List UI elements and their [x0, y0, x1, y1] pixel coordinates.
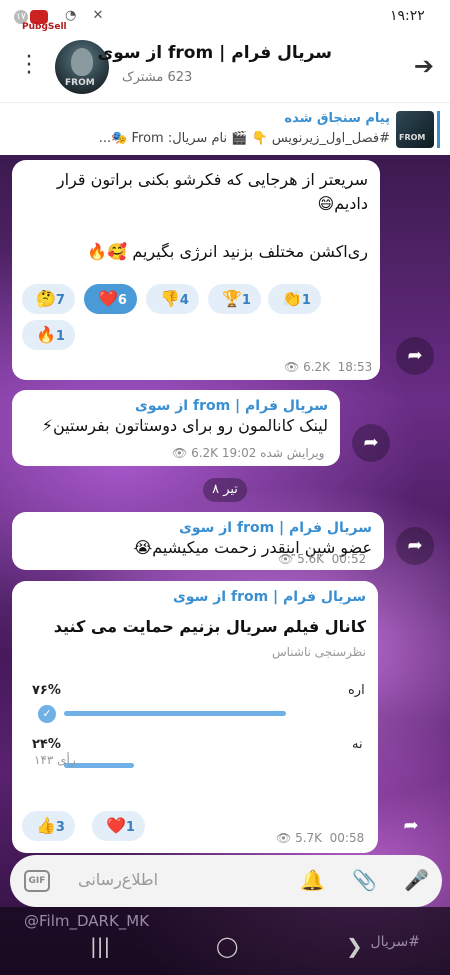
share-button[interactable]: ➦	[352, 424, 390, 462]
poll-question: کانال فیلم سریال بزنیم حمایت می کنید	[53, 617, 366, 636]
poll-type: نظرسنجی ناشناس	[271, 645, 366, 659]
edited-label: ویرایش شده	[260, 446, 325, 460]
message-text-line: ری‌اکشن مختلف بزنید انرژی بگیریم 🥰🔥	[87, 242, 368, 261]
heart-icon: ❤️	[106, 816, 126, 835]
message-meta: 👁 5.6K 00:52	[278, 552, 367, 566]
date-separator: ۸ تیر	[203, 478, 247, 502]
poll-option-bar	[64, 711, 286, 716]
fire-icon: 🔥	[36, 325, 56, 344]
message-input[interactable]: اطلاع‌رسانی	[78, 870, 158, 889]
message-meta: 👁 5.7K 00:58	[276, 831, 365, 845]
reaction-thumbs-down[interactable]: 👎4	[146, 284, 199, 314]
message-text-line: دادیم😄	[317, 194, 368, 213]
message-meta: 👁 6.2K 18:53	[284, 360, 373, 374]
reaction-heart[interactable]: ❤️6	[84, 284, 137, 314]
background-tag-text: #سریال	[370, 934, 420, 950]
pinned-thumbnail: FROM	[396, 111, 434, 148]
chat-header: · · · FROM سریال فرام | from از سوی 623 مش…	[0, 34, 450, 102]
view-count: 6.2K	[191, 446, 219, 460]
pinned-text: #فصل_اول_زیرنویس 👇 🎬 نام سریال: From 🎭..…	[98, 131, 390, 146]
pinned-title: پیام سنجاق شده	[284, 111, 390, 126]
poll-selected-check-icon: ✓	[38, 705, 56, 723]
status-bar: ۱۷ ✈ ◔ ✕ ۱۹:۲۲	[0, 0, 450, 34]
share-button[interactable]: ➦	[396, 337, 434, 375]
message-text: لینک کانالمون رو برای دوستاتون بفرستین⚡	[41, 416, 328, 435]
poll-option-percent: ۷۶%	[32, 683, 61, 698]
more-menu-icon[interactable]: · · ·	[24, 47, 34, 85]
poll-option-label: نه	[352, 737, 363, 752]
message-bubble[interactable]: سریعتر از هرجایی که فکرشو بکنی براتون قر…	[12, 160, 380, 380]
poll-vote-count: ۱۴۳ رأی	[34, 753, 76, 767]
gif-button[interactable]: GIF	[24, 870, 50, 892]
thinking-icon: 🤔	[36, 289, 56, 308]
microphone-icon[interactable]: 🎤	[404, 868, 429, 892]
message-time: 00:58	[329, 831, 365, 845]
message-sender: سریال فرام | from از سوی	[135, 398, 328, 414]
status-time: ۱۹:۲۲	[390, 8, 425, 24]
attach-icon[interactable]: 📎	[352, 868, 377, 892]
back-arrow-icon[interactable]: ➔	[414, 52, 434, 80]
poll-option-bar-fill	[64, 711, 286, 716]
home-icon[interactable]: ◯	[216, 934, 238, 958]
channel-title[interactable]: سریال فرام | from از سوی	[98, 43, 332, 63]
pinned-accent-bar	[437, 111, 440, 148]
message-time: 18:53	[337, 360, 373, 374]
avatar-logo-text: FROM	[65, 78, 95, 88]
share-button[interactable]: ➦	[396, 527, 434, 565]
reaction-thinking[interactable]: 🤔7	[22, 284, 75, 314]
reaction-heart[interactable]: ❤️1	[92, 811, 145, 841]
message-text-line: سریعتر از هرجایی که فکرشو بکنی براتون قر…	[56, 170, 368, 189]
subscriber-count: 623 مشترک	[122, 70, 193, 85]
message-input-bar[interactable]: GIF اطلاع‌رسانی 🔔 📎 🎤	[10, 855, 442, 907]
poll-message-bubble[interactable]: سریال فرام | from از سوی کانال فیلم سریا…	[12, 581, 378, 853]
thumbs-down-icon: 👎	[160, 289, 180, 308]
reaction-trophy[interactable]: 🏆1	[208, 284, 261, 314]
recent-apps-icon[interactable]: |||	[90, 934, 110, 958]
message-sender: سریال فرام | from از سوی	[179, 520, 372, 536]
view-count: 5.6K	[297, 552, 325, 566]
reaction-fire[interactable]: 🔥1	[22, 320, 75, 350]
poll-option-percent: ۲۴%	[32, 737, 61, 752]
back-nav-icon[interactable]: ❯	[346, 934, 363, 958]
pinned-thumb-text: FROM	[399, 133, 426, 142]
poll-option-label: اره	[348, 683, 365, 698]
status-icons: ✈ ◔ ✕	[38, 8, 110, 23]
background-handle-text: @Film_DARK_MK	[24, 912, 150, 930]
view-count: 6.2K	[303, 360, 331, 374]
pubgsell-logo-text: PubgSell	[22, 22, 67, 32]
share-button[interactable]: ➦	[392, 807, 430, 845]
thumbs-up-icon: 👍	[36, 816, 56, 835]
message-bubble[interactable]: سریال فرام | from از سوی عضو شین اینقدر …	[12, 512, 384, 570]
clap-icon: 👏	[282, 289, 302, 308]
trophy-icon: 🏆	[222, 289, 242, 308]
pinned-message-bar[interactable]: ✕ FROM پیام سنجاق شده #فصل_اول_زیرنویس 👇…	[0, 102, 450, 155]
message-meta: 👁 6.2K 19:02 ویرایش شده	[172, 446, 325, 460]
message-time: 19:02	[221, 446, 257, 460]
heart-icon: ❤️	[98, 289, 118, 308]
message-bubble[interactable]: سریال فرام | from از سوی لینک کانالمون ر…	[12, 390, 340, 466]
message-sender: سریال فرام | from از سوی	[173, 589, 366, 605]
message-time: 00:52	[331, 552, 367, 566]
reaction-clap[interactable]: 👏1	[268, 284, 321, 314]
avatar-figure	[71, 48, 93, 76]
reaction-thumbs-up[interactable]: 👍3	[22, 811, 75, 841]
view-count: 5.7K	[295, 831, 323, 845]
bell-icon[interactable]: 🔔	[300, 868, 325, 892]
